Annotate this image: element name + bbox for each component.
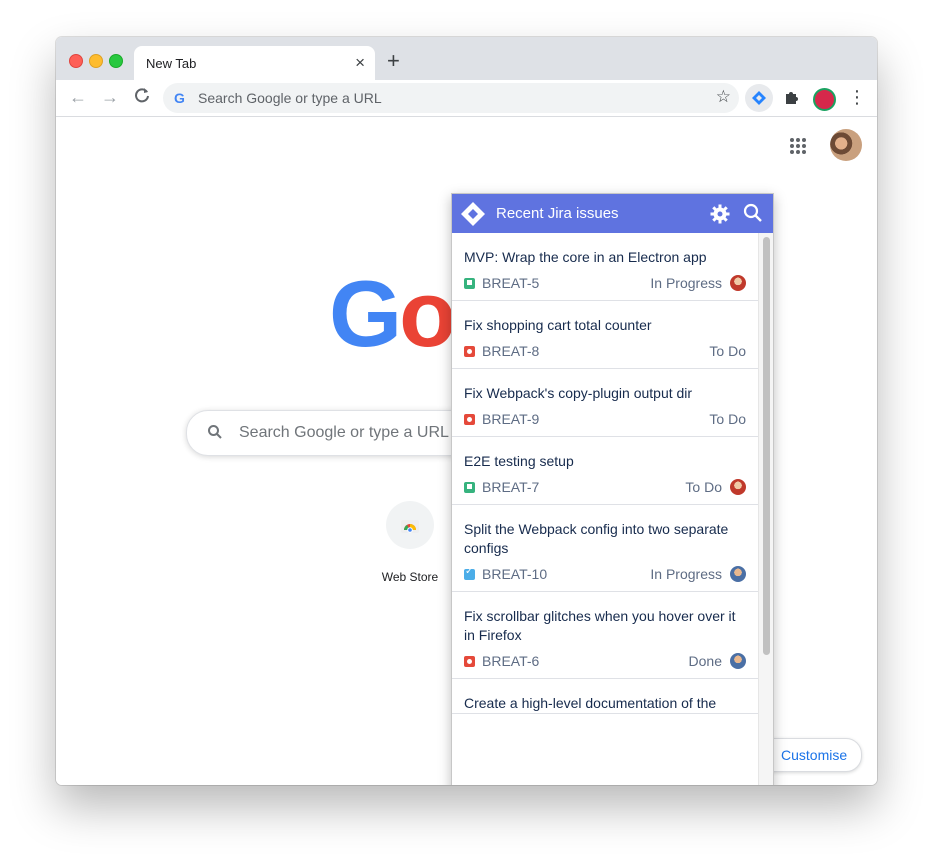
scrollbar-thumb[interactable]	[763, 237, 770, 655]
issue-status: In Progress	[650, 275, 746, 291]
issue-row[interactable]: Create a high-level documentation of the	[452, 679, 758, 714]
address-bar-placeholder: Search Google or type a URL	[198, 90, 382, 106]
web-store-label: Web Store	[381, 570, 439, 584]
search-placeholder: Search Google or type a URL	[239, 424, 449, 441]
story-type-icon	[464, 277, 475, 289]
issue-title: E2E testing setup	[464, 453, 574, 469]
title-bar: New Tab × +	[56, 37, 877, 80]
minimize-window-button[interactable]	[89, 54, 103, 68]
issue-status: In Progress	[650, 566, 746, 582]
jira-popup-title: Recent Jira issues	[496, 205, 619, 222]
bug-type-icon	[464, 655, 475, 667]
profile-extension-icon[interactable]	[813, 88, 836, 111]
tab-close-icon[interactable]: ×	[355, 53, 365, 73]
issue-status: To Do	[685, 479, 746, 495]
bookmark-star-icon[interactable]: ☆	[716, 87, 731, 107]
customise-label: Customise	[781, 747, 848, 763]
jira-extension-button[interactable]	[745, 84, 773, 112]
jira-popup: Recent Jira issues MVP: Wrap the core in…	[451, 193, 774, 785]
issue-status: Done	[689, 653, 746, 669]
assignee-avatar	[730, 653, 746, 669]
issue-title: Fix Webpack's copy-plugin output dir	[464, 385, 693, 401]
search-icon	[207, 424, 223, 445]
tab-new-tab[interactable]: New Tab ×	[134, 46, 375, 80]
issue-key: BREAT-9	[482, 411, 540, 427]
issue-status-label: In Progress	[650, 566, 722, 582]
close-window-button[interactable]	[69, 54, 83, 68]
issue-status: To Do	[709, 343, 746, 359]
bug-type-icon	[464, 413, 475, 425]
issue-title: Fix shopping cart total counter	[464, 317, 652, 333]
google-logo: Go	[329, 267, 457, 361]
issue-title: MVP: Wrap the core in an Electron app	[464, 249, 707, 265]
issue-title: Fix scrollbar glitches when you hover ov…	[464, 608, 736, 643]
issue-key: BREAT-8	[482, 343, 540, 359]
bug-type-icon	[464, 345, 475, 357]
toolbar: ← → G Search Google or type a URL ☆ ⋮	[56, 80, 877, 117]
new-tab-page: Go Search Google or type a URL Web Store…	[56, 117, 877, 785]
issue-key: BREAT-7	[482, 479, 540, 495]
issue-status-label: To Do	[709, 411, 746, 427]
tab-title: New Tab	[146, 56, 197, 71]
extensions-puzzle-icon[interactable]	[783, 88, 801, 111]
jira-popup-header: Recent Jira issues	[452, 194, 773, 233]
task-type-icon	[464, 566, 475, 580]
account-avatar[interactable]	[830, 129, 862, 161]
story-type-icon	[464, 481, 475, 493]
address-bar[interactable]: G Search Google or type a URL ☆	[163, 83, 739, 113]
issue-key: BREAT-5	[482, 275, 540, 291]
issue-status-label: To Do	[709, 343, 746, 359]
jira-icon	[752, 91, 766, 105]
issue-row[interactable]: Fix Webpack's copy-plugin output dir BRE…	[452, 369, 758, 437]
issue-key: BREAT-10	[482, 566, 548, 582]
issue-status-label: Done	[688, 653, 722, 669]
assignee-avatar	[730, 275, 746, 291]
issue-list[interactable]: MVP: Wrap the core in an Electron app BR…	[452, 233, 758, 785]
forward-icon[interactable]: →	[101, 86, 119, 108]
zoom-window-button[interactable]	[109, 54, 123, 68]
assignee-avatar	[730, 479, 746, 495]
popup-scrollbar[interactable]	[758, 233, 773, 785]
logo-letter-o: o	[399, 261, 456, 366]
issue-title: Create a high-level documentation of the	[464, 695, 717, 711]
logo-letter-g: G	[329, 261, 402, 366]
issue-status-label: To Do	[685, 479, 722, 495]
issue-key: BREAT-6	[482, 653, 540, 669]
gear-icon[interactable]	[710, 204, 730, 229]
back-icon[interactable]: ←	[69, 86, 87, 108]
web-store-icon	[401, 520, 419, 533]
menu-icon[interactable]: ⋮	[848, 86, 866, 108]
apps-grid-icon[interactable]	[789, 137, 807, 160]
jira-logo-icon	[460, 201, 486, 232]
issue-row[interactable]: Split the Webpack config into two separa…	[452, 505, 758, 592]
web-store-shortcut[interactable]	[386, 501, 434, 549]
issue-status: To Do	[709, 411, 746, 427]
assignee-avatar	[730, 566, 746, 582]
search-icon[interactable]	[743, 203, 763, 228]
issue-status-label: In Progress	[650, 275, 722, 291]
issue-title: Split the Webpack config into two separa…	[464, 521, 729, 556]
reload-icon[interactable]	[134, 86, 150, 108]
issue-row[interactable]: Fix shopping cart total counter BREAT-8 …	[452, 301, 758, 369]
new-tab-button[interactable]: +	[387, 49, 400, 73]
issue-row[interactable]: E2E testing setup BREAT-7 To Do	[452, 437, 758, 505]
browser-window: New Tab × + ← → G Search Google or type …	[56, 37, 877, 785]
issue-row[interactable]: Fix scrollbar glitches when you hover ov…	[452, 592, 758, 679]
issue-row[interactable]: MVP: Wrap the core in an Electron app BR…	[452, 233, 758, 301]
google-icon: G	[174, 90, 185, 106]
